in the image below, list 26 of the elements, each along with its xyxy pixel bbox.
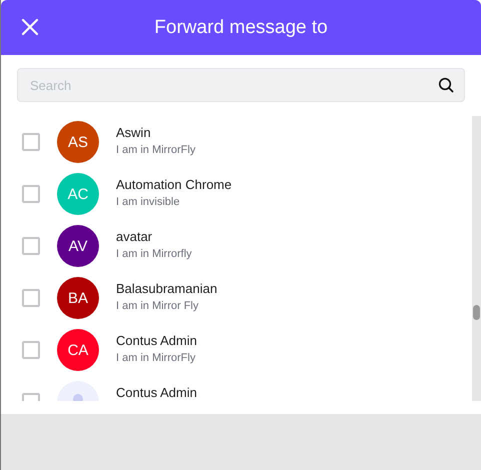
dialog-title: Forward message to — [154, 16, 328, 38]
avatar: CA — [57, 329, 99, 371]
contact-name: Aswin — [116, 125, 152, 140]
close-button[interactable] — [19, 16, 41, 38]
checkbox[interactable] — [22, 289, 40, 307]
checkbox[interactable] — [22, 133, 40, 151]
avatar: BA — [57, 277, 99, 319]
search-icon[interactable] — [438, 77, 454, 93]
contact-status: I am in Mirrorfly — [116, 248, 192, 260]
contact-status: I am in MirrorFly — [116, 144, 196, 156]
contact-name: Balasubramanian — [116, 281, 218, 296]
avatar: AC — [57, 173, 99, 215]
close-icon — [21, 18, 39, 36]
contact-name: Automation Chrome — [116, 177, 232, 192]
contact-name: Contus Admin — [116, 333, 197, 348]
contact-name: Contus Admin — [116, 385, 197, 400]
contact-status: I am in MirrorFly — [116, 352, 196, 364]
checkbox[interactable] — [22, 341, 40, 359]
avatar: AV — [57, 225, 99, 267]
avatar: AS — [57, 121, 99, 163]
checkbox[interactable] — [22, 185, 40, 203]
scrollbar[interactable] — [472, 116, 481, 401]
contact-status: I am in Mirror Fly — [116, 300, 200, 312]
checkbox[interactable] — [22, 237, 40, 255]
contact-status: I am invisible — [116, 196, 181, 208]
contact-name: avatar — [116, 229, 154, 244]
